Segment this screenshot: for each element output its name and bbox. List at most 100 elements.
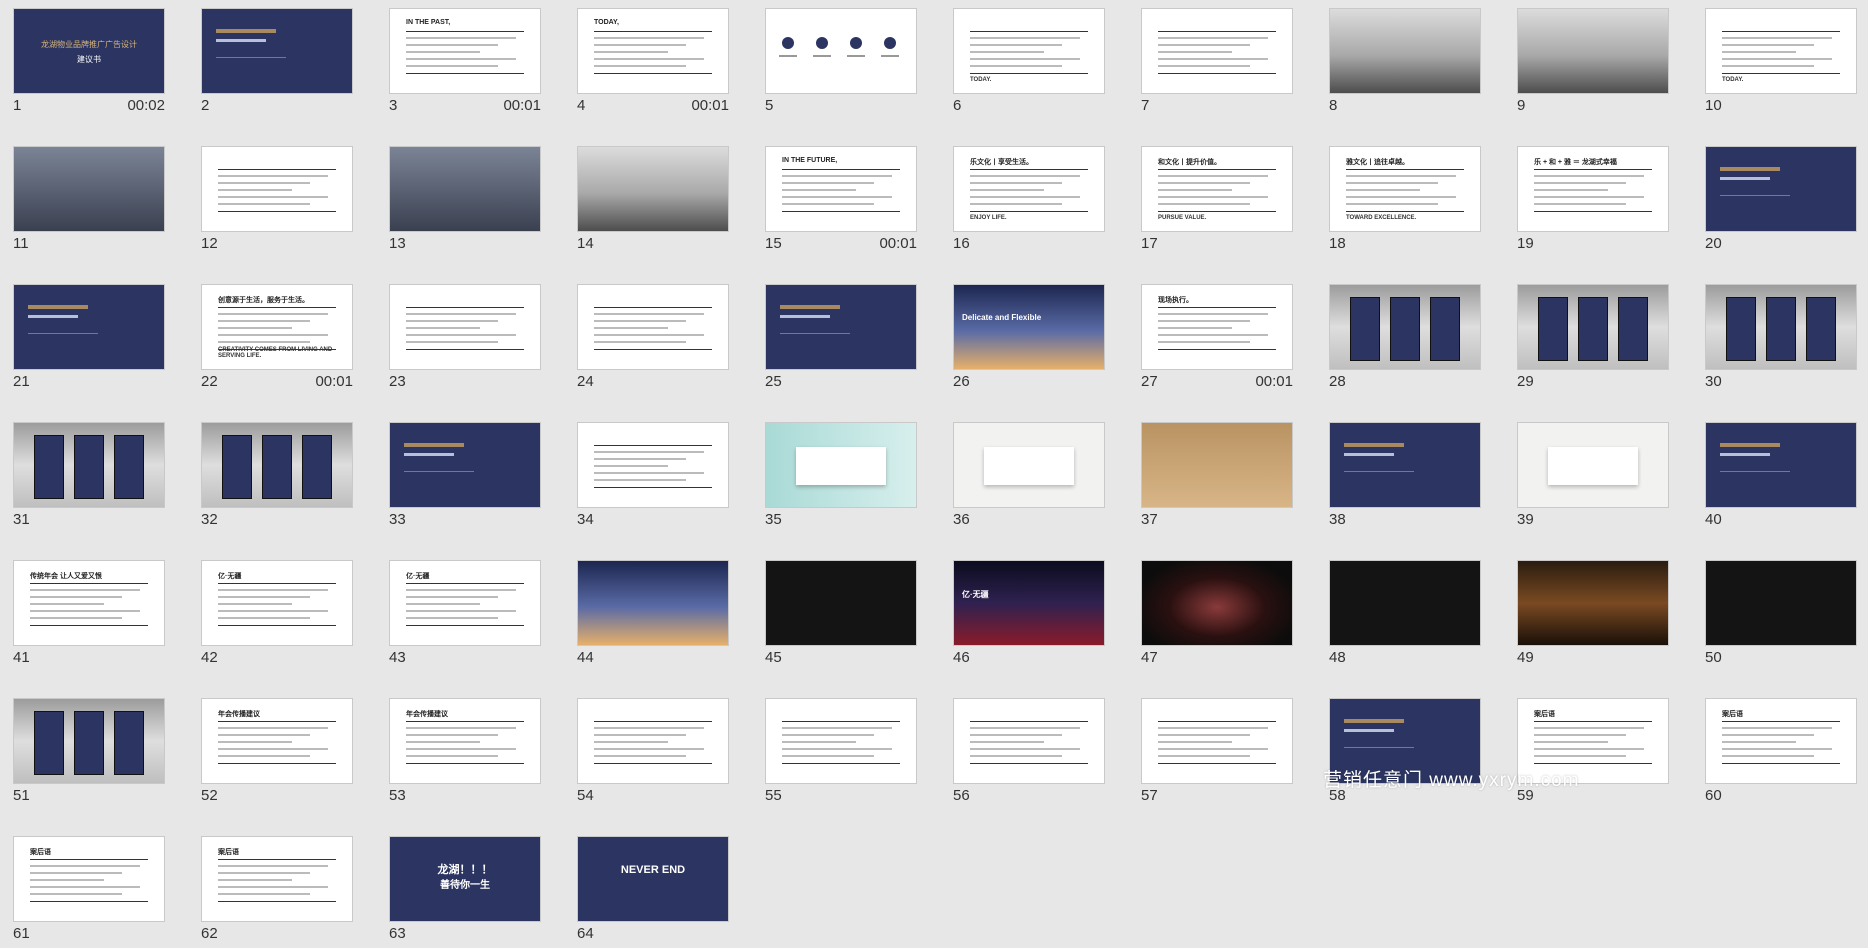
- slide-preview[interactable]: [1329, 560, 1481, 646]
- slide-thumbnail-22[interactable]: 创意源于生活，服务于生活。 CREATIVITY COMES FROM LIVIN…: [201, 284, 353, 390]
- slide-preview[interactable]: [577, 698, 729, 784]
- slide-thumbnail-19[interactable]: 乐 + 和 + 雅 ＝ 龙湖式幸福 19: [1517, 146, 1669, 252]
- slide-thumbnail-10[interactable]: TODAY. 10: [1705, 8, 1857, 114]
- slide-preview[interactable]: [1517, 8, 1669, 94]
- slide-thumbnail-8[interactable]: 8: [1329, 8, 1481, 114]
- slide-preview[interactable]: [1705, 422, 1857, 508]
- slide-thumbnail-30[interactable]: 30: [1705, 284, 1857, 390]
- slide-preview[interactable]: [577, 422, 729, 508]
- slide-preview[interactable]: 龙湖物业品牌推广广告设计 建议书: [13, 8, 165, 94]
- slide-thumbnail-53[interactable]: 年会传播建议 53: [389, 698, 541, 804]
- slide-preview[interactable]: [201, 422, 353, 508]
- slide-thumbnail-51[interactable]: 51: [13, 698, 165, 804]
- slide-preview[interactable]: IN THE PAST,: [389, 8, 541, 94]
- slide-thumbnail-38[interactable]: 38: [1329, 422, 1481, 528]
- slide-thumbnail-12[interactable]: 12: [201, 146, 353, 252]
- slide-preview[interactable]: 乐文化丨享受生活。 ENJOY LIFE.: [953, 146, 1105, 232]
- slide-preview[interactable]: 创意源于生活，服务于生活。 CREATIVITY COMES FROM LIVIN…: [201, 284, 353, 370]
- slide-thumbnail-41[interactable]: 传统年会 让人又爱又恨 41: [13, 560, 165, 666]
- slide-thumbnail-48[interactable]: 48: [1329, 560, 1481, 666]
- slide-preview[interactable]: [577, 560, 729, 646]
- slide-preview[interactable]: [1329, 422, 1481, 508]
- slide-thumbnail-34[interactable]: 34: [577, 422, 729, 528]
- slide-thumbnail-62[interactable]: 案后语 62: [201, 836, 353, 942]
- slide-thumbnail-55[interactable]: 55: [765, 698, 917, 804]
- slide-thumbnail-39[interactable]: 39: [1517, 422, 1669, 528]
- slide-thumbnail-7[interactable]: 7: [1141, 8, 1293, 114]
- slide-thumbnail-57[interactable]: 57: [1141, 698, 1293, 804]
- slide-thumbnail-54[interactable]: 54: [577, 698, 729, 804]
- slide-preview[interactable]: 亿·无疆: [953, 560, 1105, 646]
- slide-preview[interactable]: [1329, 8, 1481, 94]
- slide-thumbnail-2[interactable]: 2: [201, 8, 353, 114]
- slide-thumbnail-26[interactable]: Delicate and Flexible 26: [953, 284, 1105, 390]
- slide-thumbnail-16[interactable]: 乐文化丨享受生活。 ENJOY LIFE. 16: [953, 146, 1105, 252]
- slide-thumbnail-45[interactable]: 45: [765, 560, 917, 666]
- slide-preview[interactable]: 雅文化丨追往卓越。 TOWARD EXCELLENCE.: [1329, 146, 1481, 232]
- slide-preview[interactable]: [201, 146, 353, 232]
- slide-thumbnail-1[interactable]: 龙湖物业品牌推广广告设计 建议书 1 00:02: [13, 8, 165, 114]
- slide-thumbnail-25[interactable]: 25: [765, 284, 917, 390]
- slide-preview[interactable]: [13, 422, 165, 508]
- slide-preview[interactable]: 传统年会 让人又爱又恨: [13, 560, 165, 646]
- slide-preview[interactable]: [1517, 560, 1669, 646]
- slide-thumbnail-17[interactable]: 和文化丨提升价值。 PURSUE VALUE. 17: [1141, 146, 1293, 252]
- slide-thumbnail-52[interactable]: 年会传播建议 52: [201, 698, 353, 804]
- slide-preview[interactable]: [389, 284, 541, 370]
- slide-thumbnail-33[interactable]: 33: [389, 422, 541, 528]
- slide-thumbnail-18[interactable]: 雅文化丨追往卓越。 TOWARD EXCELLENCE. 18: [1329, 146, 1481, 252]
- slide-preview[interactable]: 案后语: [1705, 698, 1857, 784]
- slide-preview[interactable]: [1705, 560, 1857, 646]
- slide-thumbnail-35[interactable]: 35: [765, 422, 917, 528]
- slide-preview[interactable]: [1705, 146, 1857, 232]
- slide-preview[interactable]: TODAY.: [953, 8, 1105, 94]
- slide-thumbnail-20[interactable]: 20: [1705, 146, 1857, 252]
- slide-preview[interactable]: [765, 698, 917, 784]
- slide-preview[interactable]: 年会传播建议: [389, 698, 541, 784]
- slide-preview[interactable]: NEVER END: [577, 836, 729, 922]
- slide-preview[interactable]: TODAY,: [577, 8, 729, 94]
- slide-thumbnail-4[interactable]: TODAY, 4 00:01: [577, 8, 729, 114]
- slide-preview[interactable]: [1705, 284, 1857, 370]
- slide-thumbnail-11[interactable]: 11: [13, 146, 165, 252]
- slide-thumbnail-36[interactable]: 36: [953, 422, 1105, 528]
- slide-preview[interactable]: [765, 560, 917, 646]
- slide-preview[interactable]: 案后语: [201, 836, 353, 922]
- slide-preview[interactable]: [13, 146, 165, 232]
- slide-thumbnail-49[interactable]: 49: [1517, 560, 1669, 666]
- slide-thumbnail-28[interactable]: 28: [1329, 284, 1481, 390]
- slide-thumbnail-50[interactable]: 50: [1705, 560, 1857, 666]
- slide-thumbnail-24[interactable]: 24: [577, 284, 729, 390]
- slide-thumbnail-64[interactable]: NEVER END 64: [577, 836, 729, 942]
- slide-preview[interactable]: [1141, 8, 1293, 94]
- slide-preview[interactable]: [1141, 422, 1293, 508]
- slide-preview[interactable]: [1517, 284, 1669, 370]
- slide-preview[interactable]: [577, 146, 729, 232]
- slide-preview[interactable]: [765, 422, 917, 508]
- slide-preview[interactable]: 现场执行。: [1141, 284, 1293, 370]
- slide-thumbnail-23[interactable]: 23: [389, 284, 541, 390]
- slide-preview[interactable]: [201, 8, 353, 94]
- slide-preview[interactable]: [1329, 284, 1481, 370]
- slide-thumbnail-40[interactable]: 40: [1705, 422, 1857, 528]
- slide-preview[interactable]: [765, 8, 917, 94]
- slide-preview[interactable]: [953, 422, 1105, 508]
- slide-thumbnail-15[interactable]: IN THE FUTURE, 15 00:01: [765, 146, 917, 252]
- slide-thumbnail-61[interactable]: 案后语 61: [13, 836, 165, 942]
- slide-thumbnail-13[interactable]: 13: [389, 146, 541, 252]
- slide-preview[interactable]: 案后语: [13, 836, 165, 922]
- slide-preview[interactable]: [389, 146, 541, 232]
- slide-thumbnail-63[interactable]: 龙湖！！！ 善待你一生 63: [389, 836, 541, 942]
- slide-thumbnail-29[interactable]: 29: [1517, 284, 1669, 390]
- slide-preview[interactable]: [1141, 560, 1293, 646]
- slide-thumbnail-46[interactable]: 亿·无疆 46: [953, 560, 1105, 666]
- slide-thumbnail-3[interactable]: IN THE PAST, 3 00:01: [389, 8, 541, 114]
- slide-preview[interactable]: [765, 284, 917, 370]
- slide-thumbnail-9[interactable]: 9: [1517, 8, 1669, 114]
- slide-preview[interactable]: [1517, 422, 1669, 508]
- slide-preview[interactable]: [13, 698, 165, 784]
- slide-thumbnail-31[interactable]: 31: [13, 422, 165, 528]
- slide-thumbnail-43[interactable]: 亿·无疆 43: [389, 560, 541, 666]
- slide-preview[interactable]: [13, 284, 165, 370]
- slide-preview[interactable]: 龙湖！！！ 善待你一生: [389, 836, 541, 922]
